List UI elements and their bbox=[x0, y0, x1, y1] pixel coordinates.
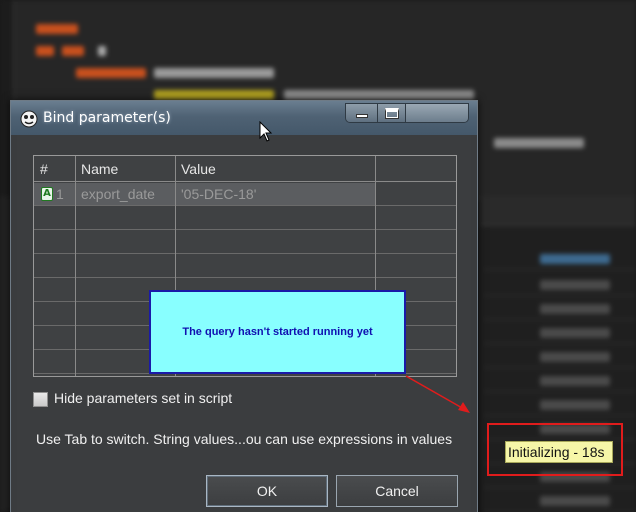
row-index: 1 bbox=[56, 186, 64, 202]
column-header-index[interactable]: # bbox=[34, 156, 48, 182]
grid-row bbox=[484, 492, 636, 512]
column-header-name[interactable]: Name bbox=[75, 156, 118, 182]
app-logo-icon bbox=[20, 110, 38, 128]
hint-text: Use Tab to switch. String values...ou ca… bbox=[36, 431, 453, 447]
column-divider bbox=[75, 156, 76, 376]
close-button[interactable] bbox=[406, 104, 468, 122]
ok-button[interactable]: OK bbox=[206, 475, 328, 507]
row-divider bbox=[34, 277, 456, 278]
dialog-title: Bind parameter(s) bbox=[43, 110, 171, 126]
results-header bbox=[480, 196, 636, 226]
minimize-icon bbox=[355, 114, 368, 118]
maximize-icon bbox=[384, 107, 399, 119]
row-value[interactable]: '05-DEC-18' bbox=[181, 183, 256, 205]
grid-row bbox=[484, 348, 636, 368]
cancel-button[interactable]: Cancel bbox=[336, 475, 458, 507]
initializing-status-badge: Initializing - 18s bbox=[505, 441, 613, 463]
row-divider bbox=[34, 205, 456, 206]
column-header-value[interactable]: Value bbox=[175, 156, 216, 182]
hide-params-checkbox[interactable] bbox=[33, 392, 48, 407]
grid-row bbox=[484, 396, 636, 416]
minimize-button[interactable] bbox=[346, 104, 379, 122]
maximize-button[interactable] bbox=[378, 104, 407, 122]
mouse-cursor-icon bbox=[259, 121, 273, 142]
annotation-message: The query hasn't started running yet bbox=[182, 326, 373, 338]
window-controls bbox=[345, 103, 469, 123]
string-type-icon: A bbox=[41, 187, 53, 201]
row-name[interactable]: export_date bbox=[81, 183, 155, 205]
dialog-titlebar[interactable]: Bind parameter(s) bbox=[11, 101, 477, 135]
annotation-callout: The query hasn't started running yet bbox=[149, 290, 406, 374]
hide-params-label[interactable]: Hide parameters set in script bbox=[54, 390, 232, 406]
row-divider bbox=[34, 229, 456, 230]
grid-row bbox=[484, 250, 636, 270]
grid-row bbox=[484, 300, 636, 320]
grid-row bbox=[484, 324, 636, 344]
row-divider bbox=[34, 253, 456, 254]
grid-row bbox=[484, 372, 636, 392]
grid-row bbox=[484, 276, 636, 296]
table-row-tail bbox=[375, 183, 456, 205]
